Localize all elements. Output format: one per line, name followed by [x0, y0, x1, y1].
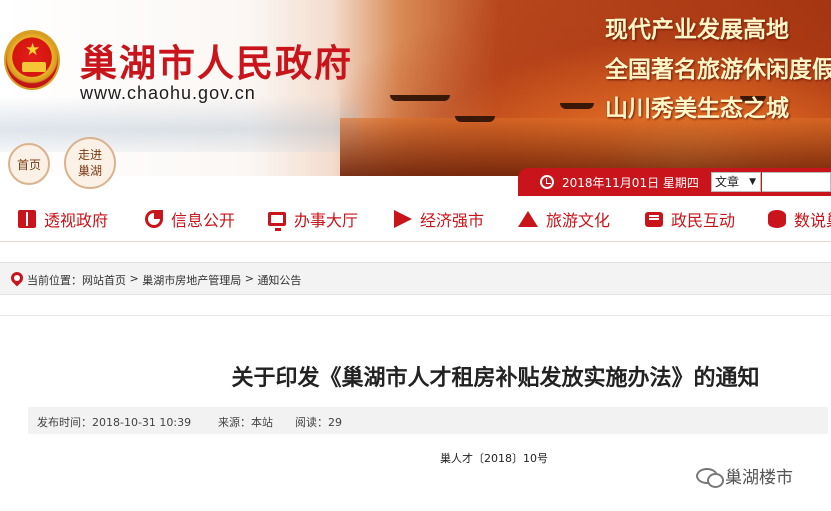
home-button-label: 首页: [16, 157, 41, 172]
dropdown-arrow-icon: ▼: [749, 177, 756, 187]
document-number: 巢人才〔2018〕10号: [440, 452, 548, 465]
walk-button-line-1: 走进: [77, 148, 102, 162]
site-title: 巢湖市人民政府: [80, 41, 353, 85]
breadcrumb-prefix: 当前位置：: [27, 274, 82, 287]
date-search-bar: 2018年11月01日 星期四 文章 ▼: [518, 168, 831, 196]
current-date: 2018年11月01日 星期四: [562, 176, 699, 190]
article-title: 关于印发《巢湖市人才租房补贴发放实施办法》的通知: [231, 366, 760, 391]
nav-item-label: 经济强市: [420, 211, 485, 230]
message-icon: [645, 211, 663, 227]
walk-button-line-2: 巢湖: [77, 164, 102, 178]
boat: [560, 103, 594, 109]
pie-chart-icon: [145, 210, 163, 228]
slogan-line-1: 现代产业发展高地: [605, 17, 789, 43]
nav-item-label: 旅游文化: [546, 211, 611, 230]
article-meta-bar: 发布时间：2018-10-31 10:39 来源：本站 阅读：29: [28, 407, 828, 434]
nav-item-label: 政民互动: [671, 211, 736, 230]
national-emblem-logo: ★: [4, 30, 60, 90]
breadcrumb-separator: >: [126, 272, 143, 285]
view-count: 阅读：29: [295, 416, 342, 429]
nav-item-data[interactable]: 数说巢: [768, 207, 831, 231]
city-skyline: [0, 96, 360, 152]
database-icon: [768, 210, 786, 228]
nav-item-label: 办事大厅: [294, 211, 359, 230]
slogan-line-2: 全国著名旅游休闲度假: [605, 57, 831, 83]
clock-icon: [540, 175, 554, 189]
boat: [390, 95, 450, 101]
book-icon: [18, 210, 36, 228]
home-button[interactable]: 首页: [8, 143, 50, 185]
breadcrumb-link-notices[interactable]: 通知公告: [257, 272, 301, 288]
site-url: www.chaohu.gov.cn: [80, 83, 256, 103]
paper-plane-icon: [394, 210, 412, 228]
walk-into-chaohu-button[interactable]: 走进 巢湖: [64, 137, 116, 189]
main-nav: 透视政府 信息公开 办事大厅 经济强市 旅游文化 政民互动 数说巢: [0, 196, 831, 242]
nav-item-label: 透视政府: [44, 211, 109, 230]
monitor-icon: [268, 212, 286, 231]
breadcrumb-bar: 当前位置： 网站首页 > 巢湖市房地产管理局 > 通知公告: [0, 262, 831, 295]
article-source: 来源：本站: [218, 416, 273, 429]
breadcrumb-link-home[interactable]: 网站首页: [82, 272, 126, 288]
slogan-line-3: 山川秀美生态之城: [605, 96, 789, 122]
divider: [0, 315, 831, 316]
boat: [455, 116, 495, 122]
mountain-icon: [518, 211, 538, 227]
header-banner: ★ 巢湖市人民政府 www.chaohu.gov.cn 现代产业发展高地 全国著…: [0, 0, 831, 176]
nav-item-label: 数说巢: [794, 211, 831, 230]
nav-item-interaction[interactable]: 政民互动: [645, 207, 735, 231]
wechat-icon: [696, 468, 724, 488]
location-pin-icon: [8, 269, 26, 287]
search-input[interactable]: [762, 172, 831, 192]
nav-item-tourism[interactable]: 旅游文化: [518, 207, 610, 231]
publish-time: 发布时间：2018-10-31 10:39: [37, 416, 192, 429]
nav-item-label: 信息公开: [171, 211, 236, 230]
search-scope-select[interactable]: 文章 ▼: [711, 172, 761, 192]
nav-item-government[interactable]: 透视政府: [18, 207, 108, 231]
breadcrumb-link-bureau[interactable]: 巢湖市房地产管理局: [142, 272, 241, 288]
search-scope-value: 文章: [715, 175, 740, 189]
nav-item-economy[interactable]: 经济强市: [394, 207, 484, 231]
nav-item-service-hall[interactable]: 办事大厅: [268, 207, 358, 231]
breadcrumb-separator: >: [241, 272, 258, 285]
breadcrumb: 当前位置： 网站首页 > 巢湖市房地产管理局 > 通知公告: [27, 272, 301, 288]
nav-item-info-disclosure[interactable]: 信息公开: [145, 207, 235, 231]
watermark-text: 巢湖楼市: [725, 468, 793, 488]
